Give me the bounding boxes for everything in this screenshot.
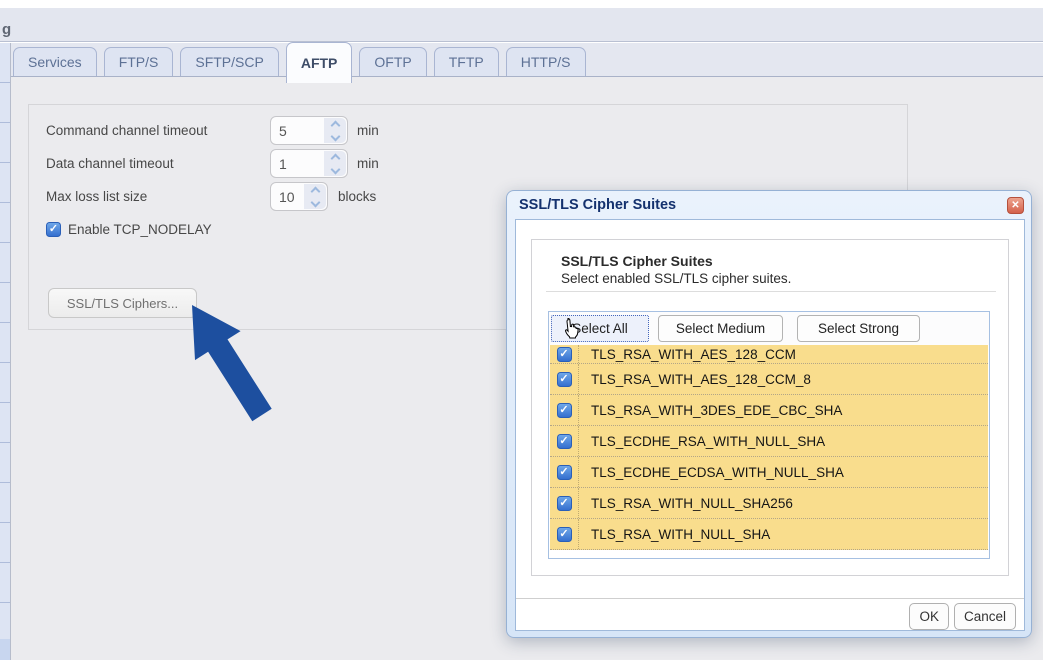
cipher-name: TLS_ECDHE_ECDSA_WITH_NULL_SHA [579, 465, 844, 480]
data-channel-timeout-input[interactable] [271, 150, 323, 177]
cipher-row[interactable]: ✓ TLS_RSA_WITH_NULL_SHA256 [550, 488, 988, 519]
cipher-name: TLS_RSA_WITH_NULL_SHA [579, 527, 770, 542]
tab-sftpscp[interactable]: SFTP/SCP [180, 47, 278, 76]
max-loss-list-size-unit: blocks [338, 189, 376, 204]
dialog-footer: OK Cancel [516, 598, 1024, 634]
cipher-checkbox[interactable]: ✓ [557, 496, 572, 511]
cipher-row[interactable]: ✓ TLS_ECDHE_RSA_WITH_NULL_SHA [550, 426, 988, 457]
max-loss-list-size-field [270, 182, 328, 211]
enable-tcp-nodelay-label: Enable TCP_NODELAY [68, 222, 212, 237]
cipher-row[interactable]: ✓ TLS_RSA_WITH_AES_128_CCM [550, 345, 988, 364]
spinner-down-icon[interactable] [330, 131, 340, 141]
truncated-window-title: g [2, 21, 11, 38]
cipher-list-toolbar: Select All Select Medium Select Strong [549, 312, 989, 345]
panel-subheading: Select enabled SSL/TLS cipher suites. [561, 271, 791, 286]
command-channel-timeout-spinner[interactable] [324, 118, 346, 143]
tab-https[interactable]: HTTP/S [506, 47, 586, 76]
tab-tftp[interactable]: TFTP [434, 47, 499, 76]
window-title-band: g [0, 8, 1043, 42]
protocol-tabbar: Services FTP/S SFTP/SCP AFTP OFTP TFTP H… [11, 43, 1043, 77]
cipher-row[interactable]: ✓ TLS_RSA_WITH_AES_128_CCM_8 [550, 364, 988, 395]
command-channel-timeout-unit: min [357, 123, 379, 138]
spinner-down-icon[interactable] [330, 164, 340, 174]
cipher-checkbox[interactable]: ✓ [557, 465, 572, 480]
data-channel-timeout-spinner[interactable] [324, 151, 346, 176]
ok-button[interactable]: OK [909, 603, 949, 630]
select-medium-button[interactable]: Select Medium [658, 315, 783, 342]
cipher-name: TLS_RSA_WITH_NULL_SHA256 [579, 496, 793, 511]
command-channel-timeout-label: Command channel timeout [46, 123, 207, 138]
max-loss-list-size-label: Max loss list size [46, 189, 147, 204]
data-channel-timeout-label: Data channel timeout [46, 156, 174, 171]
max-loss-list-size-input[interactable] [271, 183, 303, 210]
hand-cursor-icon [561, 317, 581, 339]
page-canvas: g Services FTP/S SFTP/SCP AFTP OFTP TFTP… [0, 0, 1043, 660]
cipher-name: TLS_ECDHE_RSA_WITH_NULL_SHA [579, 434, 825, 449]
panel-heading: SSL/TLS Cipher Suites [561, 253, 713, 269]
cipher-checkbox[interactable]: ✓ [557, 347, 572, 362]
enable-tcp-nodelay-row: ✓ Enable TCP_NODELAY [46, 222, 212, 237]
dialog-body: SSL/TLS Cipher Suites Select enabled SSL… [515, 219, 1025, 631]
spinner-up-icon[interactable] [330, 120, 340, 130]
cipher-checkbox[interactable]: ✓ [557, 527, 572, 542]
cipher-name: TLS_RSA_WITH_3DES_EDE_CBC_SHA [579, 403, 842, 418]
spinner-up-icon[interactable] [330, 153, 340, 163]
cipher-checkbox[interactable]: ✓ [557, 434, 572, 449]
cipher-row[interactable]: ✓ TLS_RSA_WITH_NULL_SHA [550, 519, 988, 550]
select-strong-button[interactable]: Select Strong [797, 315, 920, 342]
cipher-listbox: Select All Select Medium Select Strong ✓… [548, 311, 990, 559]
enable-tcp-nodelay-checkbox[interactable]: ✓ [46, 222, 61, 237]
spinner-down-icon[interactable] [310, 197, 320, 207]
cipher-rows: ✓ TLS_RSA_WITH_AES_128_CCM ✓ TLS_RSA_WIT… [550, 345, 988, 550]
ssl-tls-cipher-suites-dialog: SSL/TLS Cipher Suites ✕ SSL/TLS Cipher S… [506, 190, 1032, 638]
cipher-checkbox[interactable]: ✓ [557, 403, 572, 418]
annotation-arrow-icon [162, 295, 302, 455]
command-channel-timeout-field [270, 116, 348, 145]
cancel-button[interactable]: Cancel [954, 603, 1016, 630]
cipher-checkbox[interactable]: ✓ [557, 372, 572, 387]
tab-services[interactable]: Services [13, 47, 97, 76]
cipher-name: TLS_RSA_WITH_AES_128_CCM [579, 347, 796, 362]
cipher-row[interactable]: ✓ TLS_ECDHE_ECDSA_WITH_NULL_SHA [550, 457, 988, 488]
dialog-title: SSL/TLS Cipher Suites [519, 197, 676, 213]
tab-ftps[interactable]: FTP/S [104, 47, 174, 76]
data-channel-timeout-field [270, 149, 348, 178]
left-cutoff-list-strip-end [0, 639, 10, 660]
data-channel-timeout-unit: min [357, 156, 379, 171]
cipher-name: TLS_RSA_WITH_AES_128_CCM_8 [579, 372, 811, 387]
left-cutoff-list-strip [0, 43, 10, 660]
cipher-suites-panel: SSL/TLS Cipher Suites Select enabled SSL… [531, 239, 1009, 576]
max-loss-list-size-spinner[interactable] [304, 184, 326, 209]
tab-aftp[interactable]: AFTP [286, 42, 353, 83]
panel-separator [546, 291, 996, 292]
command-channel-timeout-input[interactable] [271, 117, 323, 144]
dialog-close-icon[interactable]: ✕ [1007, 197, 1024, 214]
cipher-row[interactable]: ✓ TLS_RSA_WITH_3DES_EDE_CBC_SHA [550, 395, 988, 426]
spinner-up-icon[interactable] [310, 186, 320, 196]
tab-oftp[interactable]: OFTP [359, 47, 426, 76]
